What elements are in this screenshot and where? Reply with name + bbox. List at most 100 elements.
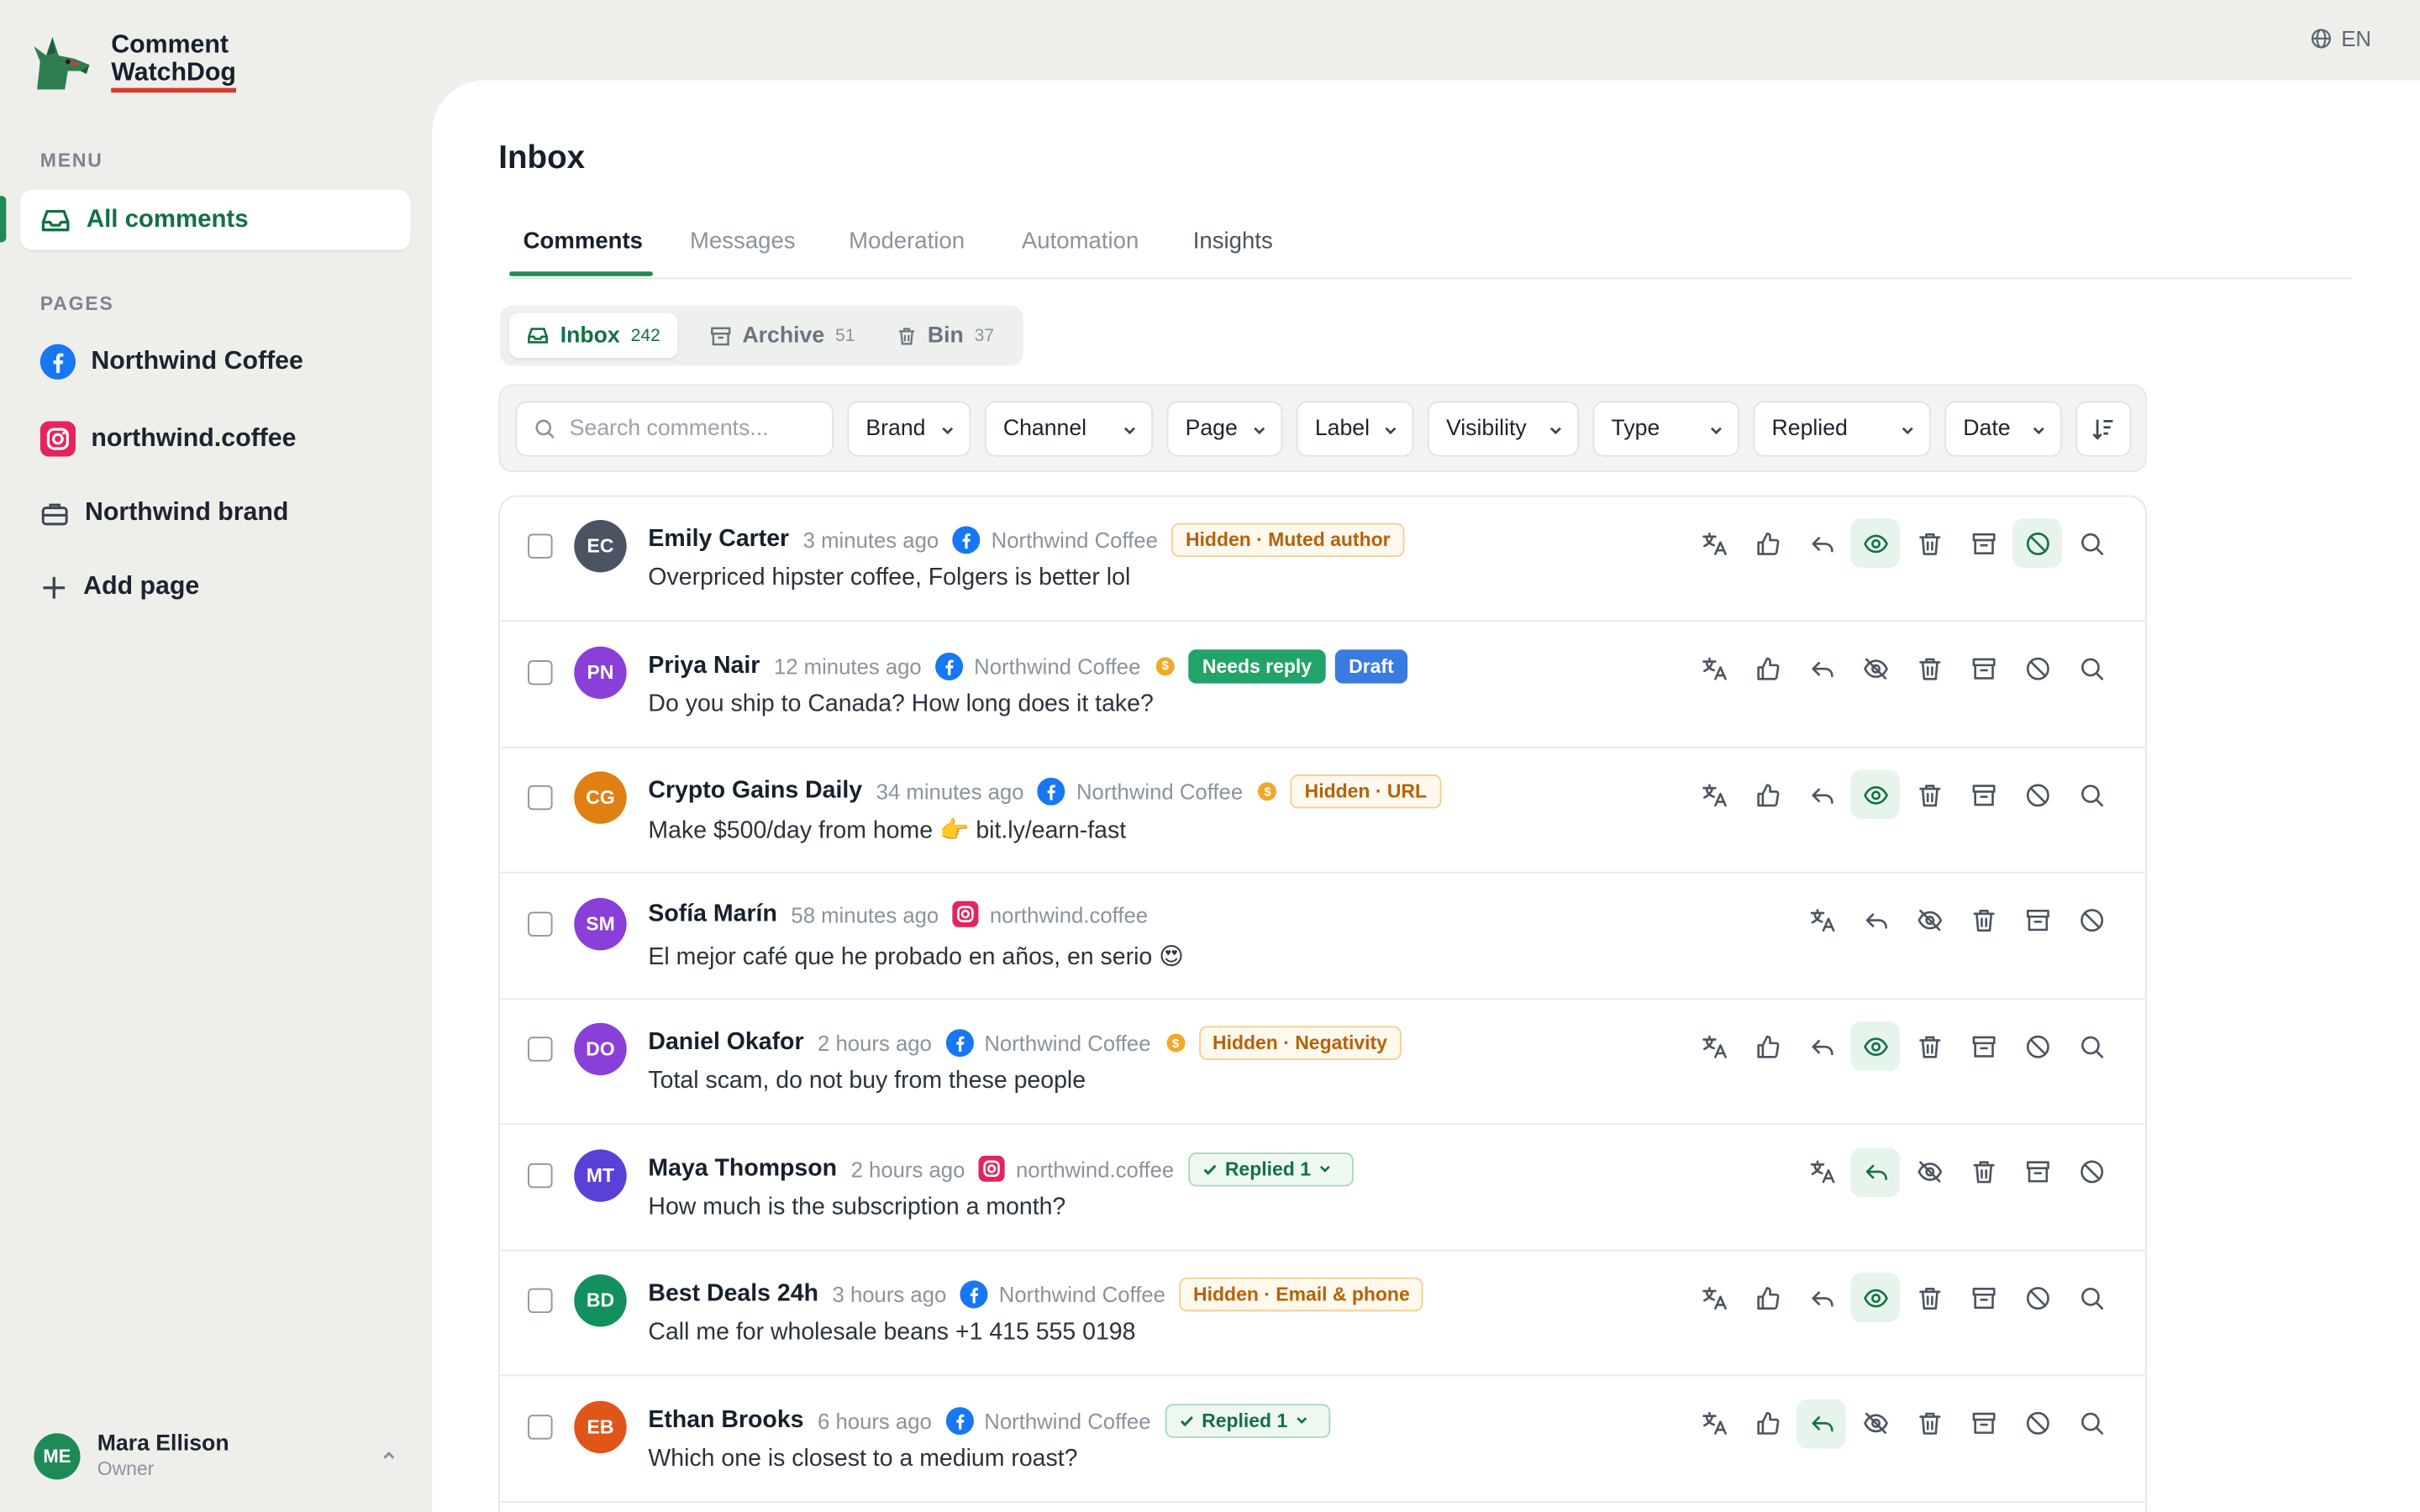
reply-button[interactable] xyxy=(1797,1273,1846,1322)
lookup-button[interactable] xyxy=(2066,1399,2116,1448)
sidebar-page-northwind-coffee[interactable]: Northwind Coffee xyxy=(39,344,303,380)
reply-button[interactable] xyxy=(1850,895,1900,945)
comment-source[interactable]: northwind.coffee xyxy=(978,1155,1174,1182)
search-input[interactable] xyxy=(569,416,817,442)
sort-button[interactable] xyxy=(2075,401,2132,457)
like-button[interactable] xyxy=(1743,518,1792,568)
author-name[interactable]: Sofía Marín xyxy=(648,900,776,928)
folder-inbox[interactable]: Inbox 242 xyxy=(509,312,678,359)
row-checkbox[interactable] xyxy=(528,1288,553,1314)
archive-button[interactable] xyxy=(2012,1147,2062,1197)
comment-source[interactable]: northwind.coffee xyxy=(952,900,1148,927)
reply-button[interactable] xyxy=(1850,1147,1900,1197)
comment-row[interactable]: PN Priya Nair 12 minutes ago Northwind C… xyxy=(500,622,2146,748)
replied-badge[interactable]: Replied 1 xyxy=(1187,1152,1355,1186)
filter-date[interactable]: Date xyxy=(1944,401,2062,457)
filter-visibility[interactable]: Visibility xyxy=(1427,401,1579,457)
filter-label[interactable]: Label xyxy=(1296,401,1414,457)
author-name[interactable]: Best Deals 24h xyxy=(648,1280,818,1308)
author-name[interactable]: Ethan Brooks xyxy=(648,1406,803,1434)
row-checkbox[interactable] xyxy=(528,785,553,811)
comment-source[interactable]: Northwind Coffee xyxy=(945,1406,1151,1435)
block-author-button[interactable] xyxy=(2012,1273,2062,1322)
comment-source[interactable]: Northwind Coffee xyxy=(945,1029,1151,1058)
delete-button[interactable] xyxy=(1959,1147,2008,1197)
translate-button[interactable] xyxy=(1797,1147,1846,1197)
search-box[interactable] xyxy=(515,401,834,457)
archive-button[interactable] xyxy=(1959,1021,2008,1071)
archive-button[interactable] xyxy=(2012,895,2062,945)
translate-button[interactable] xyxy=(1688,518,1738,568)
like-button[interactable] xyxy=(1743,1399,1792,1448)
hide-button[interactable] xyxy=(1850,1399,1900,1448)
unhide-button[interactable] xyxy=(1850,1021,1900,1071)
sidebar-item-all-comments[interactable]: All comments xyxy=(19,189,411,250)
archive-button[interactable] xyxy=(1959,1273,2008,1322)
archive-button[interactable] xyxy=(1959,644,2008,694)
filter-brand[interactable]: Brand xyxy=(847,401,971,457)
hide-button[interactable] xyxy=(1850,644,1900,694)
archive-button[interactable] xyxy=(1959,518,2008,568)
comment-row[interactable]: CG Crypto Gains Daily 34 minutes ago Nor… xyxy=(500,748,2146,874)
unhide-button[interactable] xyxy=(1850,1273,1900,1323)
comment-row[interactable]: BD Best Deals 24h 3 hours ago Northwind … xyxy=(500,1252,2146,1377)
comment-source[interactable]: Northwind Coffee xyxy=(952,526,1158,554)
delete-button[interactable] xyxy=(1959,895,2008,945)
tab-moderation[interactable]: Moderation xyxy=(849,228,965,255)
tab-messages[interactable]: Messages xyxy=(690,228,796,255)
delete-button[interactable] xyxy=(1904,1273,1954,1322)
tab-automation[interactable]: Automation xyxy=(1022,228,1139,255)
hide-button[interactable] xyxy=(1904,1147,1954,1197)
block-author-button[interactable] xyxy=(2012,1021,2062,1071)
block-author-button[interactable] xyxy=(2012,518,2062,568)
like-button[interactable] xyxy=(1743,644,1792,694)
add-page-button[interactable]: Add page xyxy=(40,572,199,601)
comment-row[interactable]: SM Sofía Marín 58 minutes ago northwind.… xyxy=(500,874,2146,1000)
comment-row[interactable]: EB Ethan Brooks 6 hours ago Northwind Co… xyxy=(500,1377,2146,1503)
filter-type[interactable]: Type xyxy=(1592,401,1739,457)
comment-source[interactable]: Northwind Coffee xyxy=(935,652,1140,680)
row-checkbox[interactable] xyxy=(528,1414,553,1439)
translate-button[interactable] xyxy=(1688,1399,1738,1448)
delete-button[interactable] xyxy=(1904,770,1954,820)
translate-button[interactable] xyxy=(1797,895,1846,945)
like-button[interactable] xyxy=(1743,1021,1792,1071)
author-name[interactable]: Maya Thompson xyxy=(648,1155,837,1183)
sidebar-page-northwind-brand[interactable]: Northwind brand xyxy=(40,498,288,528)
archive-button[interactable] xyxy=(1959,770,2008,820)
comment-row[interactable]: EC Emily Carter 3 minutes ago Northwind … xyxy=(500,496,2146,622)
hide-button[interactable] xyxy=(1904,895,1954,945)
reply-button[interactable] xyxy=(1797,770,1846,820)
folder-archive[interactable]: Archive 51 xyxy=(693,313,872,358)
lookup-button[interactable] xyxy=(2066,1021,2116,1071)
translate-button[interactable] xyxy=(1688,1021,1738,1071)
lookup-button[interactable] xyxy=(2066,1273,2116,1322)
delete-button[interactable] xyxy=(1904,644,1954,694)
tab-comments[interactable]: Comments xyxy=(523,228,643,255)
delete-button[interactable] xyxy=(1904,1021,1954,1071)
row-checkbox[interactable] xyxy=(528,659,553,685)
author-name[interactable]: Emily Carter xyxy=(648,526,789,554)
block-author-button[interactable] xyxy=(2012,644,2062,694)
row-checkbox[interactable] xyxy=(528,911,553,936)
sidebar-page-northwind-instagram[interactable]: northwind.coffee xyxy=(39,421,297,457)
like-button[interactable] xyxy=(1743,770,1792,820)
delete-button[interactable] xyxy=(1904,518,1954,568)
lookup-button[interactable] xyxy=(2066,770,2116,820)
block-author-button[interactable] xyxy=(2012,770,2062,820)
filter-channel[interactable]: Channel xyxy=(984,401,1154,457)
unhide-button[interactable] xyxy=(1850,518,1900,568)
author-name[interactable]: Crypto Gains Daily xyxy=(648,778,862,806)
comment-source[interactable]: Northwind Coffee xyxy=(1038,777,1243,806)
lookup-button[interactable] xyxy=(2066,518,2116,568)
author-name[interactable]: Priya Nair xyxy=(648,652,760,680)
author-name[interactable]: Daniel Okafor xyxy=(648,1029,803,1057)
reply-button[interactable] xyxy=(1797,518,1846,568)
delete-button[interactable] xyxy=(1904,1399,1954,1448)
comment-row[interactable]: MT Maya Thompson 2 hours ago northwind.c… xyxy=(500,1126,2146,1251)
filter-replied[interactable]: Replied xyxy=(1753,401,1931,457)
language-selector[interactable]: EN xyxy=(2311,26,2371,51)
archive-button[interactable] xyxy=(1959,1399,2008,1448)
unhide-button[interactable] xyxy=(1850,769,1900,820)
translate-button[interactable] xyxy=(1688,1273,1738,1322)
